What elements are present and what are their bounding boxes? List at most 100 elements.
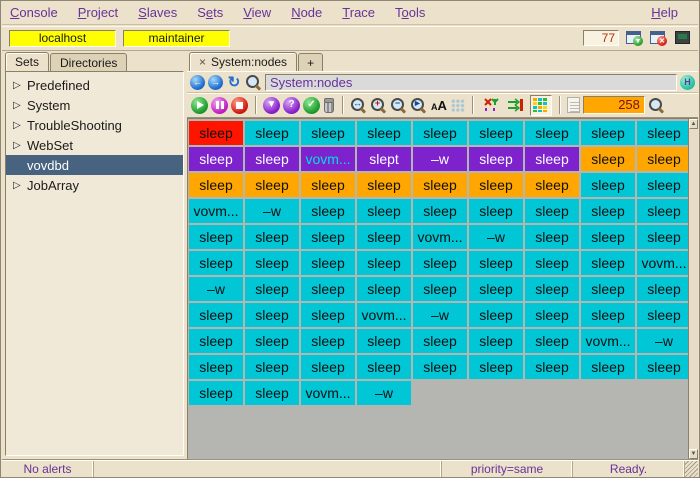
node-cell[interactable]: sleep [413, 121, 467, 145]
node-cell[interactable]: sleep [581, 173, 635, 197]
node-cell[interactable]: sleep [581, 199, 635, 223]
expander-icon[interactable]: ▷ [13, 140, 27, 151]
node-cell[interactable]: sleep [525, 303, 579, 327]
find-node-icon[interactable] [648, 97, 665, 114]
node-cell[interactable]: sleep [189, 225, 243, 249]
node-cell[interactable]: sleep [357, 277, 411, 301]
user-box[interactable]: maintainer [123, 30, 230, 47]
node-cell[interactable]: sleep [469, 303, 523, 327]
node-cell[interactable]: sleep [469, 355, 523, 379]
node-cell[interactable]: sleep [581, 277, 635, 301]
why-button[interactable]: ? [283, 97, 300, 114]
flat-view-icon[interactable] [505, 95, 527, 116]
expander-icon[interactable]: ▷ [13, 80, 27, 91]
node-cell[interactable]: sleep [525, 277, 579, 301]
node-cell[interactable]: sleep [525, 251, 579, 275]
node-cell[interactable]: –w [413, 303, 467, 327]
menu-item-node[interactable]: Node [291, 3, 332, 22]
menu-item-trace[interactable]: Trace [342, 3, 385, 22]
console-window-icon[interactable] [674, 30, 691, 46]
node-cell[interactable]: sleep [525, 225, 579, 249]
node-cell[interactable]: sleep [581, 303, 635, 327]
node-cell[interactable]: sleep [245, 173, 299, 197]
font-size-icon[interactable]: A A [430, 98, 448, 113]
node-cell[interactable]: sleep [245, 329, 299, 353]
node-cell[interactable]: sleep [301, 355, 355, 379]
node-cell[interactable]: –w [189, 277, 243, 301]
node-cell[interactable]: –w [469, 225, 523, 249]
tab-directories[interactable]: Directories [50, 53, 127, 71]
stop-button[interactable] [231, 97, 248, 114]
node-cell[interactable]: sleep [189, 329, 243, 353]
node-cell[interactable]: sleep [301, 121, 355, 145]
node-cell[interactable]: sleep [469, 251, 523, 275]
node-cell[interactable]: –w [245, 199, 299, 223]
retrace-down-button[interactable]: ▼ [263, 97, 280, 114]
node-cell[interactable]: sleep [413, 355, 467, 379]
menu-item-tools[interactable]: Tools [395, 3, 435, 22]
expander-icon[interactable]: ▷ [13, 120, 27, 131]
scroll-down-icon[interactable]: ▼ [689, 449, 698, 459]
node-cell[interactable]: sleep [189, 173, 243, 197]
node-cell[interactable]: sleep [357, 251, 411, 275]
graph-view-icon[interactable] [480, 95, 502, 116]
node-cell[interactable]: sleep [245, 251, 299, 275]
node-cell[interactable]: sleep [413, 277, 467, 301]
node-cell[interactable]: sleep [189, 147, 243, 171]
node-cell[interactable]: sleep [525, 355, 579, 379]
dot-view-icon[interactable] [451, 99, 465, 112]
menu-item-project[interactable]: Project [78, 3, 128, 22]
back-icon[interactable]: ← [190, 75, 205, 90]
node-cell[interactable]: sleep [525, 121, 579, 145]
node-cell[interactable]: vovm... [581, 329, 635, 353]
node-cell[interactable]: sleep [301, 251, 355, 275]
node-cell[interactable]: sleep [245, 121, 299, 145]
node-cell[interactable]: sleep [357, 121, 411, 145]
menu-item-sets[interactable]: Sets [197, 3, 233, 22]
node-cell[interactable]: sleep [301, 173, 355, 197]
node-cell[interactable]: sleep [245, 277, 299, 301]
node-cell[interactable]: sleep [189, 121, 243, 145]
node-cell[interactable]: sleep [637, 147, 688, 171]
resize-grip[interactable] [685, 461, 698, 477]
node-cell[interactable]: sleep [581, 251, 635, 275]
trash-icon[interactable] [323, 98, 335, 113]
node-cell[interactable]: sleep [301, 277, 355, 301]
node-cell[interactable]: vovm... [357, 303, 411, 327]
node-cell[interactable]: sleep [301, 225, 355, 249]
node-cell[interactable]: sleep [581, 225, 635, 249]
search-icon[interactable] [245, 74, 262, 91]
node-cell[interactable]: sleep [637, 303, 688, 327]
node-cell[interactable]: –w [357, 381, 411, 405]
tree-item-webset[interactable]: ▷WebSet [6, 135, 183, 155]
scroll-up-icon[interactable]: ▲ [689, 119, 698, 129]
tab-sets[interactable]: Sets [5, 52, 49, 71]
node-cell[interactable]: sleep [469, 277, 523, 301]
node-cell[interactable]: sleep [189, 251, 243, 275]
node-cell[interactable]: sleep [245, 147, 299, 171]
tree-item-vovdbd[interactable]: vovdbd [6, 155, 183, 175]
node-cell[interactable]: sleep [189, 355, 243, 379]
project-host-box[interactable]: localhost [9, 30, 116, 47]
node-cell[interactable]: vovm... [301, 147, 355, 171]
zoom-in-icon[interactable]: + [370, 97, 387, 114]
node-cell[interactable]: sleep [525, 329, 579, 353]
node-cell[interactable]: sleep [469, 199, 523, 223]
node-cell[interactable]: sleep [469, 173, 523, 197]
node-cell[interactable]: sleep [469, 329, 523, 353]
tree-item-system[interactable]: ▷System [6, 95, 183, 115]
node-cell[interactable]: sleep [637, 199, 688, 223]
forward-icon[interactable]: → [208, 75, 223, 90]
incoming-window-icon[interactable]: ▼ [626, 30, 643, 46]
reload-icon[interactable]: ↻ [226, 73, 242, 91]
node-cell[interactable]: sleep [637, 355, 688, 379]
node-cell[interactable]: sleep [525, 147, 579, 171]
grid-view-icon[interactable] [530, 95, 552, 116]
node-cell[interactable]: sleep [357, 225, 411, 249]
node-cell[interactable]: sleep [525, 173, 579, 197]
tab-system-nodes[interactable]: × System:nodes [189, 52, 297, 71]
tree-item-troubleshooting[interactable]: ▷TroubleShooting [6, 115, 183, 135]
vertical-scrollbar[interactable]: ▲ ▼ [688, 119, 698, 459]
set-name-field[interactable] [265, 74, 677, 91]
node-cell[interactable]: sleep [301, 303, 355, 327]
